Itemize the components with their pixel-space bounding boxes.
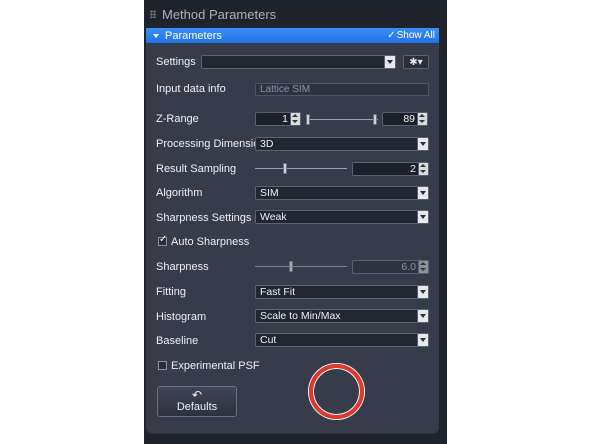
histogram-label: Histogram: [156, 311, 207, 323]
algorithm-label: Algorithm: [156, 187, 203, 199]
histogram-value: Scale to Min/Max: [260, 310, 341, 322]
show-all-toggle[interactable]: ✓ Show All: [387, 30, 435, 41]
sharpness-spinbox: 6.0: [352, 260, 429, 274]
defaults-label: Defaults: [176, 401, 218, 413]
chevron-down-icon[interactable]: [417, 310, 428, 322]
result-sampling-slider-track[interactable]: [255, 168, 347, 169]
input-data-info-value: Lattice SIM: [260, 84, 311, 95]
result-sampling-label: Result Sampling: [156, 163, 237, 175]
sharpness-settings-label: Sharpness Settings: [156, 212, 252, 224]
chevron-down-icon[interactable]: [417, 286, 428, 298]
z-range-label: Z-Range: [156, 113, 199, 125]
settings-label: Settings: [156, 56, 196, 68]
chevron-down-icon[interactable]: [417, 138, 428, 150]
baseline-value: Cut: [260, 334, 277, 346]
highlight-ring: [309, 364, 364, 419]
show-all-label: Show All: [396, 30, 435, 41]
processing-dimension-value: 3D: [260, 138, 274, 150]
z-range-max-handle[interactable]: [373, 114, 377, 125]
z-range-min-value: 1: [282, 113, 288, 125]
chevron-down-icon[interactable]: [417, 334, 428, 346]
algorithm-value: SIM: [260, 187, 279, 199]
processing-dimension-dropdown[interactable]: 3D: [255, 137, 429, 151]
fitting-dropdown[interactable]: Fast Fit: [255, 285, 429, 299]
z-range-min-handle[interactable]: [306, 114, 310, 125]
sharpness-value: 6.0: [401, 261, 416, 273]
chevron-down-icon[interactable]: [417, 187, 428, 199]
sharpness-settings-value: Weak: [260, 211, 287, 223]
z-range-min-spinbox[interactable]: 1: [255, 112, 301, 126]
drag-grip-icon[interactable]: [150, 10, 156, 18]
spin-arrows-icon: [418, 261, 428, 273]
processing-dimension-label: Processing Dimension: [156, 138, 266, 150]
histogram-dropdown[interactable]: Scale to Min/Max: [255, 309, 429, 323]
checkmark-icon: ✓: [387, 30, 396, 41]
result-sampling-handle[interactable]: [283, 163, 287, 174]
parameters-title: Parameters: [165, 29, 222, 42]
sharpness-label: Sharpness: [156, 261, 209, 273]
spin-arrows-icon[interactable]: [418, 163, 428, 175]
parameters-header[interactable]: Parameters ✓ Show All: [146, 28, 439, 43]
sharpness-handle: [289, 261, 293, 272]
auto-sharpness-checkbox[interactable]: [158, 234, 167, 246]
result-sampling-spinbox[interactable]: 2: [352, 162, 429, 176]
fitting-label: Fitting: [156, 286, 186, 298]
input-data-info-label: Input data info: [156, 83, 226, 95]
z-range-max-value: 89: [403, 113, 415, 125]
baseline-label: Baseline: [156, 335, 199, 347]
auto-sharpness-label[interactable]: Auto Sharpness: [171, 236, 249, 248]
experimental-psf-label[interactable]: Experimental PSF: [171, 360, 260, 372]
spin-arrows-icon[interactable]: [290, 113, 300, 125]
z-range-slider-track[interactable]: [308, 119, 378, 120]
baseline-dropdown[interactable]: Cut: [255, 333, 429, 347]
sharpness-settings-dropdown[interactable]: Weak: [255, 210, 429, 224]
result-sampling-value: 2: [410, 163, 416, 175]
gear-icon: ✱▾: [409, 56, 423, 68]
experimental-psf-checkbox[interactable]: [158, 361, 167, 370]
settings-gear-button[interactable]: ✱▾: [403, 55, 429, 69]
settings-dropdown[interactable]: [201, 55, 396, 69]
z-range-max-spinbox[interactable]: 89: [382, 112, 428, 126]
input-data-info-field: Lattice SIM: [255, 83, 429, 96]
chevron-down-icon[interactable]: [384, 56, 395, 68]
collapse-triangle-icon[interactable]: [153, 33, 159, 38]
defaults-button[interactable]: ↶ Defaults: [157, 386, 237, 417]
title-bar[interactable]: Method Parameters: [144, 0, 447, 28]
sharpness-slider-track: [255, 266, 347, 267]
fitting-value: Fast Fit: [260, 286, 296, 298]
parameters-panel: Parameters ✓ Show All Settings ✱▾ Input …: [146, 28, 439, 433]
undo-icon: ↶: [191, 388, 203, 402]
window-title: Method Parameters: [162, 6, 277, 22]
chevron-down-icon[interactable]: [417, 211, 428, 223]
method-parameters-window: Method Parameters Parameters ✓ Show All …: [144, 0, 447, 444]
spin-arrows-icon[interactable]: [417, 113, 427, 125]
algorithm-dropdown[interactable]: SIM: [255, 186, 429, 200]
